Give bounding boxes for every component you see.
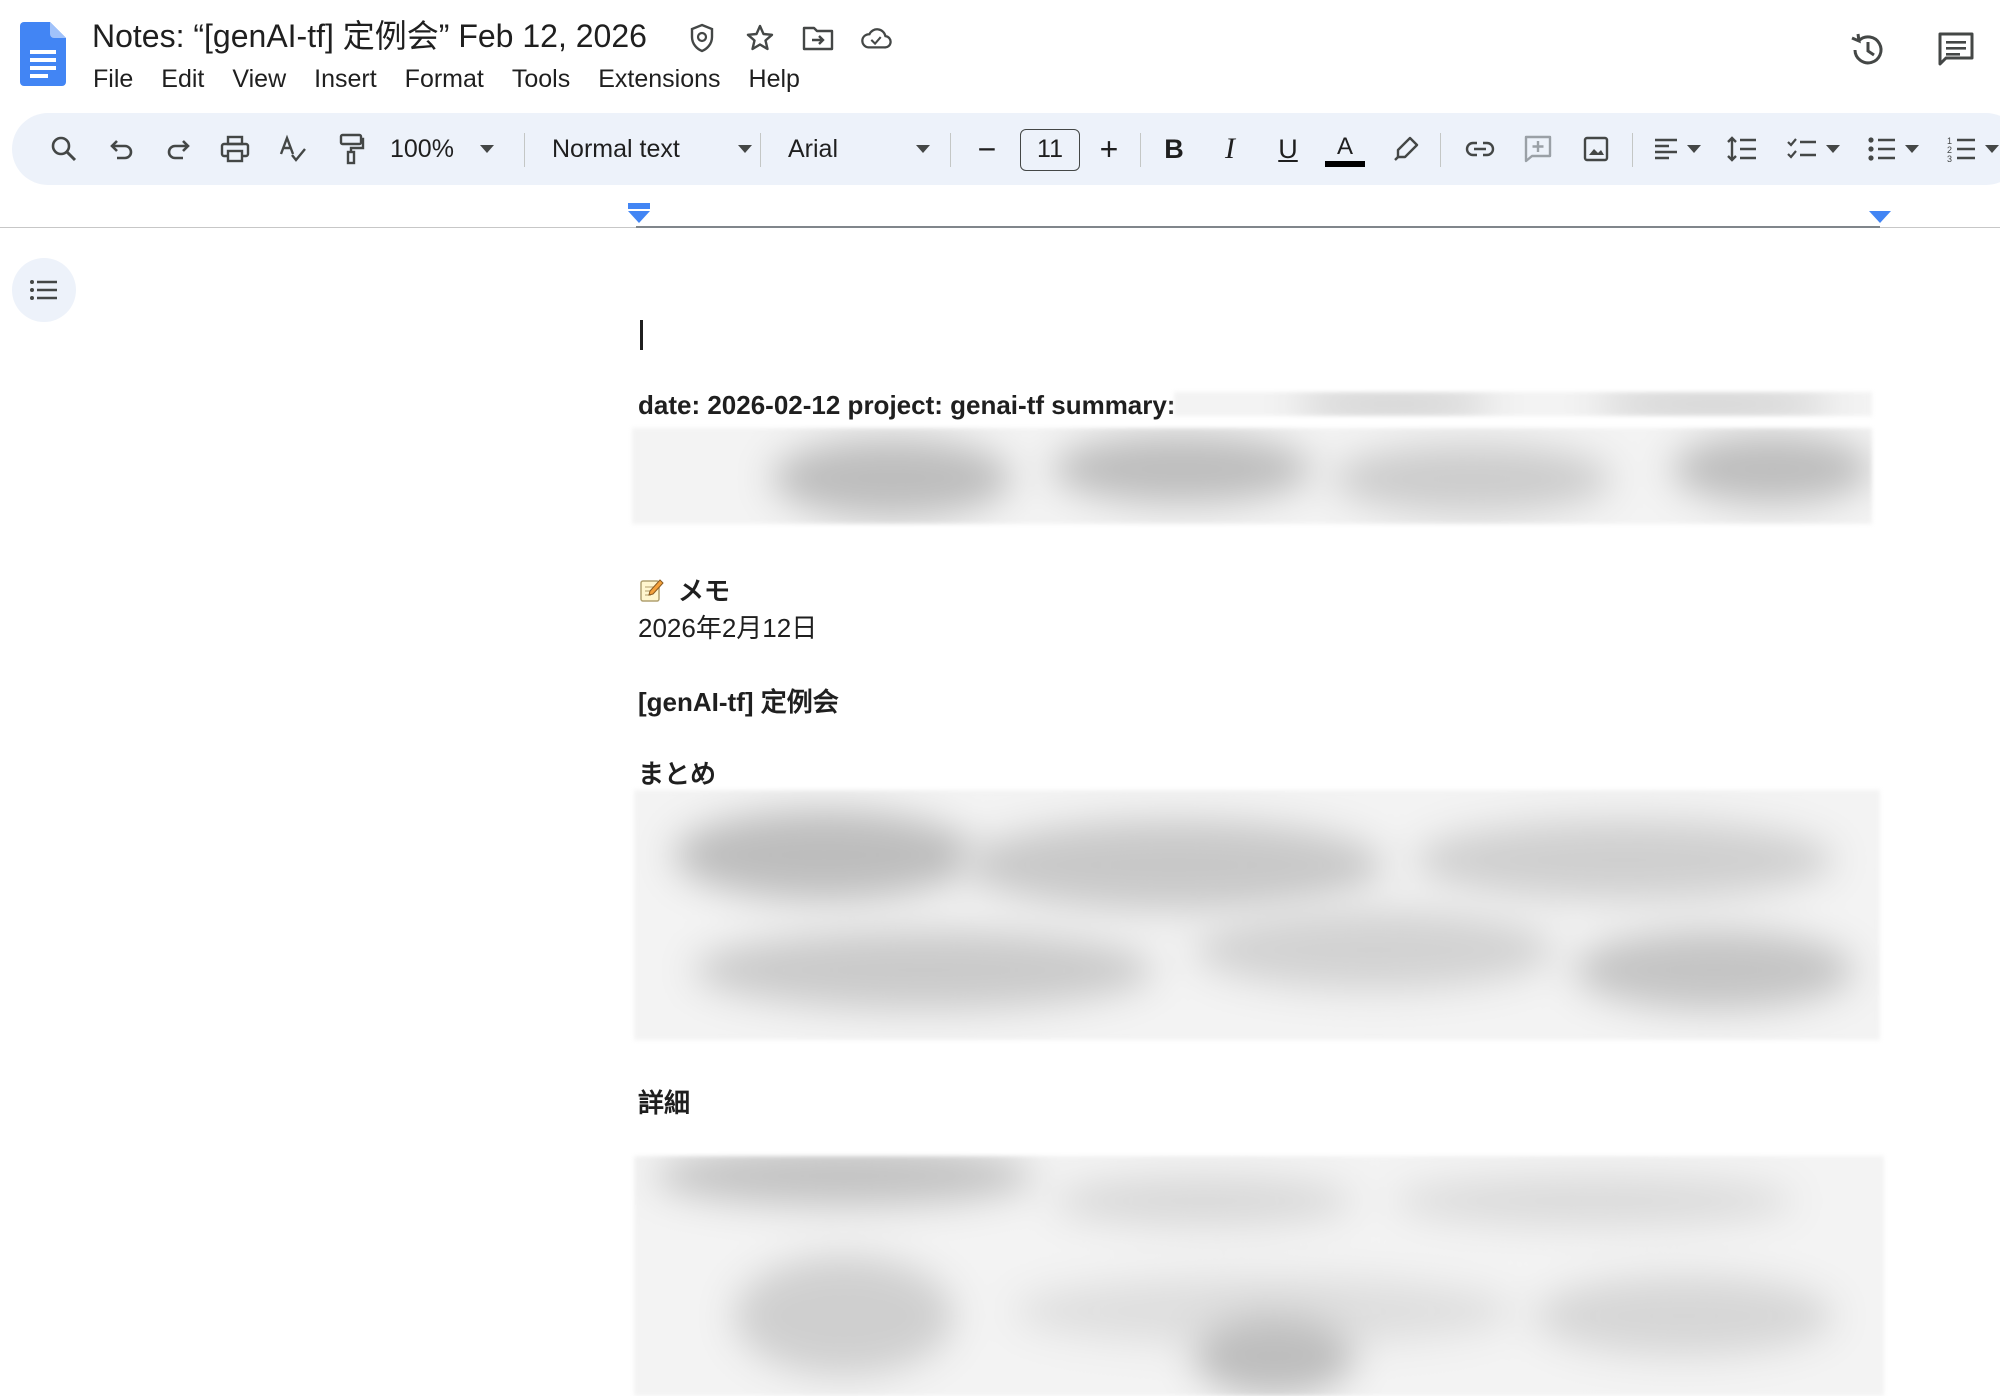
summary-heading: まとめ: [638, 759, 717, 789]
left-indent-marker[interactable]: [627, 203, 651, 230]
chevron-down-icon: [738, 145, 752, 153]
bulleted-list-select[interactable]: [1858, 113, 1928, 185]
plus-icon: +: [1099, 130, 1119, 167]
zoom-select[interactable]: 100%: [390, 113, 520, 185]
line-spacing-icon[interactable]: [1718, 113, 1766, 185]
chevron-down-icon: [1905, 145, 1919, 153]
outline-list-icon: [30, 280, 57, 300]
checklist-select[interactable]: [1778, 113, 1848, 185]
chevron-down-icon: [916, 145, 930, 153]
frontmatter-line: date: 2026-02-12 project: genai-tf summa…: [638, 390, 1176, 420]
paragraph-style-value: Normal text: [552, 134, 680, 163]
numbered-list-icon: 123: [1947, 136, 1975, 163]
chevron-down-icon: [479, 145, 494, 153]
increase-font-size-button[interactable]: +: [1088, 113, 1130, 185]
bold-icon: B: [1164, 133, 1184, 164]
paint-format-icon[interactable]: [328, 113, 374, 185]
docs-logo-icon[interactable]: [20, 22, 66, 86]
align-select[interactable]: [1646, 113, 1708, 185]
text-color-swatch: [1325, 161, 1365, 167]
memo-heading: メモ: [638, 571, 730, 608]
insert-image-icon[interactable]: [1572, 113, 1620, 185]
toolbar-divider: [1140, 133, 1141, 167]
menu-extensions[interactable]: Extensions: [584, 62, 734, 96]
comments-icon[interactable]: [1932, 28, 1980, 72]
menu-format[interactable]: Format: [391, 62, 498, 96]
right-indent-marker[interactable]: [1868, 210, 1892, 229]
chevron-down-icon: [1985, 145, 1999, 153]
redacted-text: [634, 1156, 1884, 1396]
redo-icon[interactable]: [156, 113, 200, 185]
highlight-color-icon[interactable]: [1384, 113, 1428, 185]
move-folder-icon[interactable]: [802, 20, 834, 56]
toolbar-divider: [760, 133, 761, 167]
title-bar: Notes: “[genAI-tf] 定例会” Feb 12, 2026 Fil…: [0, 0, 2000, 110]
undo-icon[interactable]: [100, 113, 144, 185]
search-menus-icon[interactable]: [42, 113, 86, 185]
menu-bar: File Edit View Insert Format Tools Exten…: [92, 62, 814, 96]
menu-help[interactable]: Help: [735, 62, 814, 96]
star-icon[interactable]: [744, 20, 776, 56]
text-color-icon: A: [1336, 133, 1353, 160]
redacted-text: [634, 790, 1880, 1040]
align-left-icon: [1655, 138, 1677, 160]
font-size-input[interactable]: 11: [1020, 129, 1080, 171]
menu-edit[interactable]: Edit: [147, 62, 218, 96]
text-cursor: [640, 320, 643, 350]
underline-button[interactable]: U: [1266, 113, 1310, 185]
insert-link-icon[interactable]: [1456, 113, 1504, 185]
underline-icon: U: [1278, 133, 1298, 164]
details-heading: 詳細: [638, 1088, 691, 1118]
svg-text:3: 3: [1947, 154, 1952, 163]
cloud-saved-icon[interactable]: [860, 20, 892, 56]
memo-icon: [640, 578, 664, 602]
document-outline-button[interactable]: [12, 258, 76, 322]
chevron-down-icon: [1687, 145, 1701, 153]
font-value: Arial: [788, 134, 839, 163]
toolbar-divider: [1632, 133, 1633, 167]
font-select[interactable]: Arial: [788, 113, 930, 185]
redacted-text: [632, 428, 1872, 524]
numbered-list-select[interactable]: 123: [1938, 113, 2000, 185]
paragraph-style-select[interactable]: Normal text: [552, 113, 752, 185]
decrease-font-size-button[interactable]: −: [966, 113, 1008, 185]
chevron-down-icon: [1826, 145, 1840, 153]
toolbar-divider: [524, 133, 525, 167]
checklist-icon: [1787, 138, 1816, 159]
zoom-value: 100%: [390, 134, 454, 163]
spellcheck-icon[interactable]: [270, 113, 316, 185]
toolbar: 100% Normal text Arial − 11 + B I U A 1 …: [12, 113, 2000, 185]
move-to-shared-drive-icon[interactable]: [686, 20, 718, 56]
italic-button[interactable]: I: [1208, 113, 1252, 185]
menu-view[interactable]: View: [218, 62, 300, 96]
meeting-title: [genAI-tf] 定例会: [638, 687, 839, 717]
toolbar-divider: [950, 133, 951, 167]
document-title[interactable]: Notes: “[genAI-tf] 定例会” Feb 12, 2026: [92, 16, 647, 56]
menu-insert[interactable]: Insert: [300, 62, 391, 96]
bold-button[interactable]: B: [1152, 113, 1196, 185]
print-icon[interactable]: [212, 113, 258, 185]
menu-tools[interactable]: Tools: [498, 62, 584, 96]
ruler-page-range: [636, 226, 1880, 228]
add-comment-icon[interactable]: [1514, 113, 1562, 185]
history-icon[interactable]: [1844, 28, 1892, 72]
bulleted-list-icon: [1868, 137, 1895, 161]
toolbar-divider: [1440, 133, 1441, 167]
italic-icon: I: [1225, 132, 1235, 165]
minus-icon: −: [977, 130, 997, 167]
date-line: 2026年2月12日: [638, 613, 818, 643]
redacted-text: [1174, 392, 1872, 416]
memo-heading-text: メモ: [678, 576, 731, 606]
text-color-button[interactable]: A: [1322, 113, 1368, 185]
menu-file[interactable]: File: [92, 62, 147, 96]
